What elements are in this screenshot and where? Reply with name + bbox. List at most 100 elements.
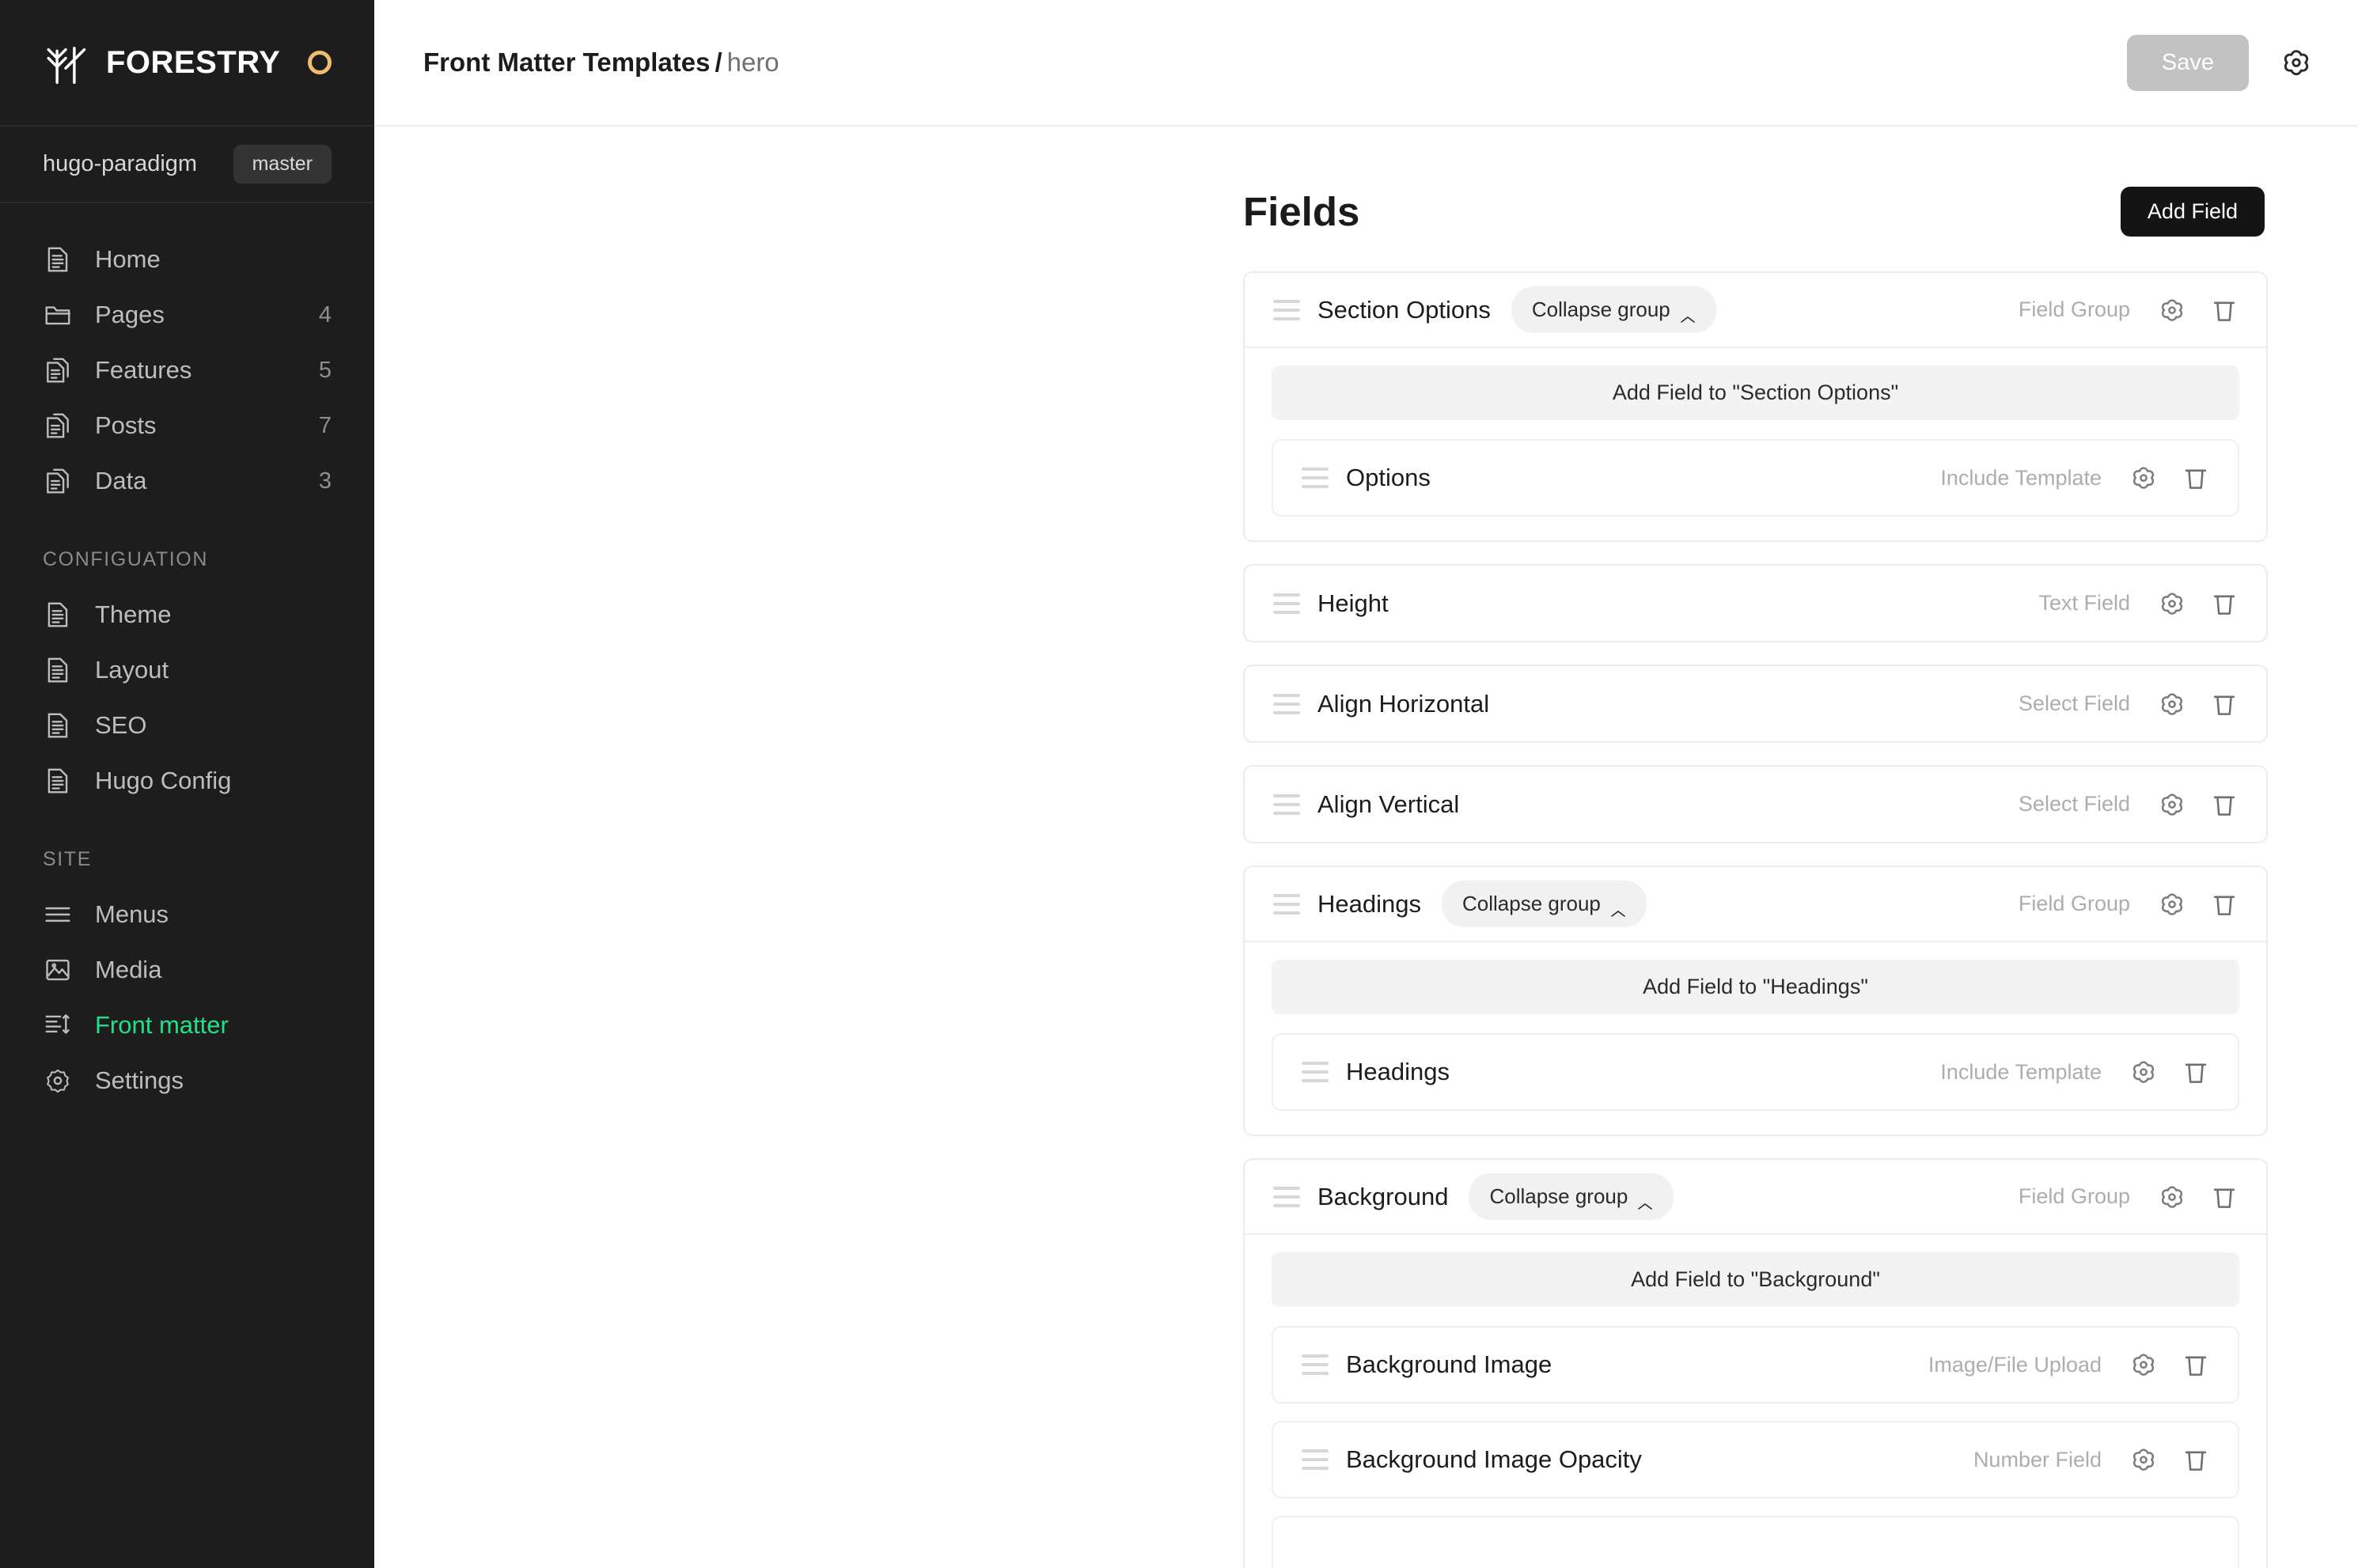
sidebar-item-home[interactable]: Home — [0, 232, 374, 287]
sidebar-item-hugo-config[interactable]: Hugo Config — [0, 753, 374, 809]
field-name: Background — [1317, 1182, 1449, 1210]
save-button[interactable]: Save — [2126, 34, 2249, 91]
field-row: Options Include Template — [1273, 441, 2238, 515]
trash-icon[interactable] — [2209, 689, 2239, 719]
trash-icon[interactable] — [2181, 463, 2211, 493]
trash-icon[interactable] — [2181, 1057, 2211, 1087]
sidebar-item-label: Features — [95, 356, 192, 384]
sidebar-item-features[interactable]: Features 5 — [0, 343, 374, 398]
row-actions — [2157, 589, 2239, 619]
sidebar-item-theme[interactable]: Theme — [0, 587, 374, 642]
sidebar-item-label: SEO — [95, 711, 147, 739]
collapse-group-button[interactable]: Collapse group — [1511, 286, 1716, 333]
gear-icon[interactable] — [2129, 1057, 2159, 1087]
documents-stack-icon — [43, 355, 73, 385]
gear-icon[interactable] — [2157, 689, 2187, 719]
brand-header: FORESTRY — [0, 0, 374, 127]
field-card: Headings Include Template — [1272, 1033, 2239, 1111]
drag-handle-icon[interactable] — [1302, 1354, 1329, 1375]
top-bar-actions: Save — [2126, 34, 2314, 91]
sidebar-item-pages[interactable]: Pages 4 — [0, 287, 374, 343]
trash-icon[interactable] — [2209, 790, 2239, 820]
drag-handle-icon[interactable] — [1302, 468, 1329, 488]
trash-icon[interactable] — [2209, 889, 2239, 919]
field-card: Background Image Image/File Upload — [1272, 1326, 2239, 1403]
collapse-group-button[interactable]: Collapse group — [1441, 881, 1647, 927]
sidebar-item-label: Posts — [95, 411, 157, 439]
trash-icon[interactable] — [2209, 295, 2239, 325]
gear-icon[interactable] — [2129, 1350, 2159, 1380]
sort-lines-icon — [43, 1010, 73, 1040]
gear-icon[interactable] — [2279, 45, 2314, 80]
field-group-body: Add Field to "Section Options" Options I… — [1245, 348, 2266, 540]
sidebar-section-site: SITE — [43, 848, 92, 870]
drag-handle-icon[interactable] — [1273, 793, 1300, 815]
drag-handle-icon[interactable] — [1302, 1449, 1329, 1470]
sidebar-item-media[interactable]: Media — [0, 942, 374, 998]
collapse-group-button[interactable]: Collapse group — [1469, 1173, 1674, 1220]
field-type: Include Template — [1940, 1059, 2102, 1084]
field-type: Select Field — [2018, 792, 2130, 816]
sidebar-item-menus[interactable]: Menus — [0, 887, 374, 942]
field-card: Height Text Field — [1243, 564, 2268, 642]
add-field-to-group-button[interactable]: Add Field to "Background" — [1272, 1252, 2239, 1307]
field-name: Options — [1346, 464, 1431, 491]
sidebar-item-settings[interactable]: Settings — [0, 1053, 374, 1108]
chevron-up-icon — [1610, 900, 1626, 917]
field-type: Image/File Upload — [1928, 1352, 2102, 1377]
drag-handle-icon[interactable] — [1273, 593, 1300, 614]
document-icon — [43, 655, 73, 685]
gear-icon[interactable] — [2157, 889, 2187, 919]
sidebar-section-configuration: CONFIGUATION — [43, 548, 209, 570]
image-icon — [43, 955, 73, 985]
branch-badge[interactable]: master — [233, 145, 332, 184]
field-group-body: Add Field to "Headings" Headings Include… — [1245, 942, 2266, 1134]
drag-handle-icon[interactable] — [1273, 1186, 1300, 1207]
sidebar-item-data[interactable]: Data 3 — [0, 453, 374, 509]
gear-icon[interactable] — [2129, 1445, 2159, 1475]
add-field-to-group-button[interactable]: Add Field to "Headings" — [1272, 960, 2239, 1014]
gear-icon[interactable] — [2157, 1182, 2187, 1212]
row-actions — [2129, 1350, 2211, 1380]
add-field-button[interactable]: Add Field — [2120, 187, 2265, 237]
field-row: Height Text Field — [1245, 566, 2266, 641]
sidebar-item-label: Layout — [95, 656, 169, 684]
field-row: Align Vertical Select Field — [1245, 767, 2266, 842]
add-field-to-group-button[interactable]: Add Field to "Section Options" — [1272, 365, 2239, 420]
trash-icon[interactable] — [2181, 1445, 2211, 1475]
sidebar-item-posts[interactable]: Posts 7 — [0, 398, 374, 453]
collapse-group-label: Collapse group — [1489, 1184, 1628, 1208]
drag-handle-icon[interactable] — [1273, 693, 1300, 714]
trash-icon[interactable] — [2181, 1350, 2211, 1380]
field-type: Number Field — [1973, 1447, 2102, 1471]
content-scroll-area[interactable]: Fields Add Field Section Options Collaps… — [374, 127, 2358, 1568]
field-card: Align Vertical Select Field — [1243, 765, 2268, 843]
gear-icon[interactable] — [2157, 589, 2187, 619]
field-card: Background Image Opacity Number Field — [1272, 1421, 2239, 1498]
drag-handle-icon[interactable] — [1302, 1062, 1329, 1082]
drag-handle-icon[interactable] — [1273, 299, 1300, 320]
field-name: Background Image — [1346, 1350, 1552, 1378]
sidebar-item-label: Theme — [95, 600, 172, 628]
sidebar-item-seo[interactable]: SEO — [0, 698, 374, 753]
trash-icon[interactable] — [2209, 1182, 2239, 1212]
field-name: Section Options — [1317, 295, 1491, 324]
breadcrumb-parent[interactable]: Front Matter Templates — [423, 47, 710, 77]
gear-icon[interactable] — [2157, 295, 2187, 325]
row-actions — [2157, 1182, 2239, 1212]
document-icon — [43, 244, 73, 275]
field-name: Height — [1317, 589, 1389, 617]
sidebar-item-layout[interactable]: Layout — [0, 642, 374, 698]
sidebar-item-label: Media — [95, 956, 162, 983]
document-icon — [43, 766, 73, 796]
chevron-up-icon — [1680, 305, 1696, 323]
gear-icon[interactable] — [2129, 463, 2159, 493]
gear-icon[interactable] — [2157, 790, 2187, 820]
drag-handle-icon[interactable] — [1273, 893, 1300, 915]
sidebar-item-front-matter[interactable]: Front matter — [0, 998, 374, 1053]
trash-icon[interactable] — [2209, 589, 2239, 619]
row-actions — [2129, 463, 2211, 493]
repo-selector[interactable]: hugo-paradigm master — [0, 127, 374, 203]
breadcrumb-current: hero — [726, 47, 779, 77]
field-card: Options Include Template — [1272, 439, 2239, 517]
